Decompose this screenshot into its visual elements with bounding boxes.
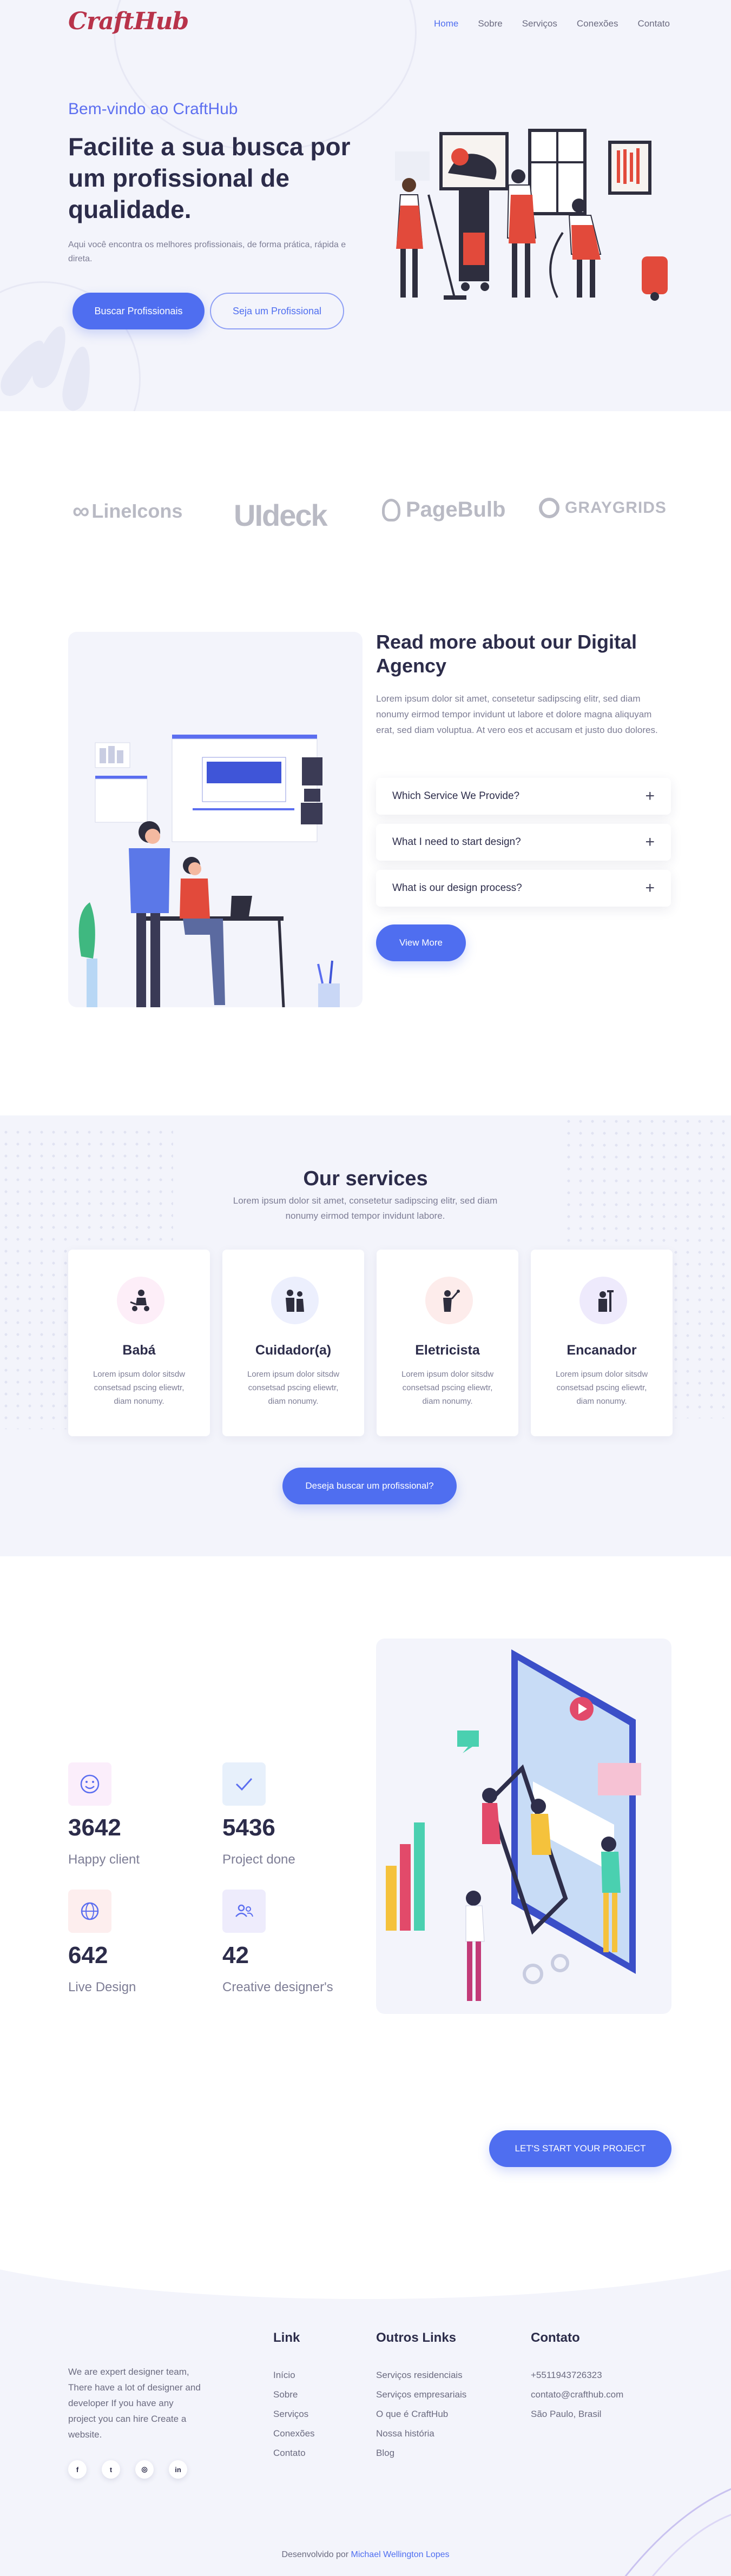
hero-welcome: Bem-vindo ao CraftHub — [68, 100, 238, 118]
infinity-icon: ∞ — [73, 498, 89, 524]
stat-project-done-label: Project done — [222, 1852, 295, 1867]
stat-live-design-label: Live Design — [68, 1980, 136, 1994]
footer-link[interactable]: Serviços residenciais — [376, 2366, 466, 2385]
footer-link[interactable]: Serviços — [273, 2405, 315, 2424]
brand-lineicons: ∞ LineIcons — [73, 498, 183, 524]
service-card-encanador[interactable]: Encanador Lorem ipsum dolor sitsdw conse… — [531, 1250, 673, 1436]
hero-description: Aqui você encontra os melhores profissio… — [68, 240, 346, 263]
footer-link[interactable]: Conexões — [273, 2424, 315, 2443]
search-professional-button[interactable]: Deseja buscar um profissional? — [282, 1468, 457, 1504]
plus-icon: + — [645, 879, 655, 897]
stat-creative-designers-value: 42 — [222, 1942, 249, 1969]
check-icon — [222, 1762, 266, 1806]
about-illustration-card — [68, 632, 363, 1007]
accordion-item[interactable]: What I need to start design? + — [376, 824, 671, 861]
users-icon — [222, 1890, 266, 1933]
office-team-illustration — [78, 735, 340, 1007]
nav-item-conexoes[interactable]: Conexões — [577, 18, 618, 29]
grid-icon — [539, 498, 559, 518]
footer-link[interactable]: Blog — [376, 2443, 466, 2463]
brand-graygrids: GRAYGRIDS — [539, 498, 667, 518]
stat-happy-client-label: Happy client — [68, 1852, 140, 1867]
nav-menu: Home Sobre Serviços Conexões Contato — [434, 18, 670, 29]
team-building-illustration — [386, 1649, 641, 2001]
accordion-item[interactable]: Which Service We Provide? + — [376, 778, 671, 815]
nav-item-home[interactable]: Home — [434, 18, 458, 29]
footer-link[interactable]: Nossa história — [376, 2424, 466, 2443]
find-professionals-button[interactable]: Buscar Profissionais — [73, 293, 205, 329]
caregiver-icon — [271, 1277, 319, 1324]
services-subtitle: Lorem ipsum dolor sit amet, consetetur s… — [233, 1195, 498, 1221]
view-more-button[interactable]: View More — [376, 924, 466, 961]
footer-phone[interactable]: +5511943726323 — [531, 2366, 623, 2385]
footer-link[interactable]: Sobre — [273, 2385, 315, 2405]
brand-uideck: UIdeck — [234, 498, 328, 532]
footer-links-list: Início Sobre Serviços Conexões Contato — [273, 2366, 315, 2463]
crafthub-logo[interactable]: CraftHub — [68, 8, 189, 35]
footer-location: São Paulo, Brasil — [531, 2409, 602, 2419]
become-professional-button[interactable]: Seja um Profissional — [210, 293, 344, 329]
footer-credit: Desenvolvido por Michael Wellington Lope… — [281, 2550, 450, 2559]
instagram-icon[interactable]: ◎ — [135, 2460, 154, 2479]
footer-email[interactable]: contato@crafthub.com — [531, 2385, 623, 2405]
cleaning-team-illustration — [395, 129, 668, 301]
babysitter-icon — [117, 1277, 164, 1324]
footer-wave-decoration — [624, 2488, 731, 2576]
accordion-item[interactable]: What is our design process? + — [376, 870, 671, 907]
plumber-icon — [579, 1277, 627, 1324]
footer-link[interactable]: Início — [273, 2366, 315, 2385]
electrician-icon — [425, 1277, 473, 1324]
top-navigation: CraftHub Home Sobre Serviços Conexões Co… — [0, 0, 731, 49]
brands-strip: ∞ LineIcons UIdeck PageBulb GRAYGRIDS — [0, 487, 731, 557]
footer-contact-list: +5511943726323 contato@crafthub.com São … — [531, 2366, 623, 2424]
linkedin-icon[interactable]: in — [169, 2460, 187, 2479]
stat-project-done-value: 5436 — [222, 1814, 275, 1841]
service-card-eletricista[interactable]: Eletricista Lorem ipsum dolor sitsdw con… — [377, 1250, 518, 1436]
bulb-icon — [382, 498, 400, 521]
footer-links-list: Serviços residenciais Serviços empresari… — [376, 2366, 466, 2463]
stat-live-design-value: 642 — [68, 1942, 108, 1969]
stats-illustration-card — [376, 1639, 671, 2014]
hero-section: Bem-vindo ao CraftHub Facilite a sua bus… — [0, 0, 731, 411]
footer: We are expert designer team, There have … — [0, 2256, 731, 2576]
footer-col-title-contato: Contato — [531, 2330, 580, 2345]
author-link[interactable]: Michael Wellington Lopes — [351, 2550, 450, 2559]
stat-happy-client-value: 3642 — [68, 1814, 121, 1841]
services-section: Our services Lorem ipsum dolor sit amet,… — [0, 1115, 731, 1556]
globe-icon — [68, 1890, 111, 1933]
plus-icon: + — [645, 833, 655, 851]
service-card-baba[interactable]: Babá Lorem ipsum dolor sitsdw consetsad … — [68, 1250, 210, 1436]
footer-col-title-outros: Outros Links — [376, 2330, 457, 2345]
about-title: Read more about our Digital Agency — [376, 631, 637, 677]
footer-link[interactable]: Serviços empresariais — [376, 2385, 466, 2405]
smile-icon — [68, 1762, 111, 1806]
twitter-icon[interactable]: t — [102, 2460, 120, 2479]
stat-creative-designers-label: Creative designer's — [222, 1980, 333, 1994]
footer-link[interactable]: O que é CraftHub — [376, 2405, 466, 2424]
about-text: Lorem ipsum dolor sit amet, consetetur s… — [376, 693, 658, 735]
footer-link[interactable]: Contato — [273, 2443, 315, 2463]
footer-col-title-link: Link — [273, 2330, 300, 2345]
brand-pagebulb: PageBulb — [382, 498, 505, 522]
hero-title: Facilite a sua busca por um profissional… — [68, 133, 351, 223]
services-title: Our services — [303, 1167, 428, 1190]
nav-item-contato[interactable]: Contato — [637, 18, 670, 29]
plus-icon: + — [645, 787, 655, 805]
facebook-icon[interactable]: f — [68, 2460, 87, 2479]
nav-item-servicos[interactable]: Serviços — [522, 18, 557, 29]
footer-about: We are expert designer team, There have … — [68, 2367, 201, 2440]
nav-item-sobre[interactable]: Sobre — [478, 18, 502, 29]
start-project-button[interactable]: LET'S START YOUR PROJECT — [489, 2130, 671, 2167]
service-card-cuidador[interactable]: Cuidador(a) Lorem ipsum dolor sitsdw con… — [222, 1250, 364, 1436]
